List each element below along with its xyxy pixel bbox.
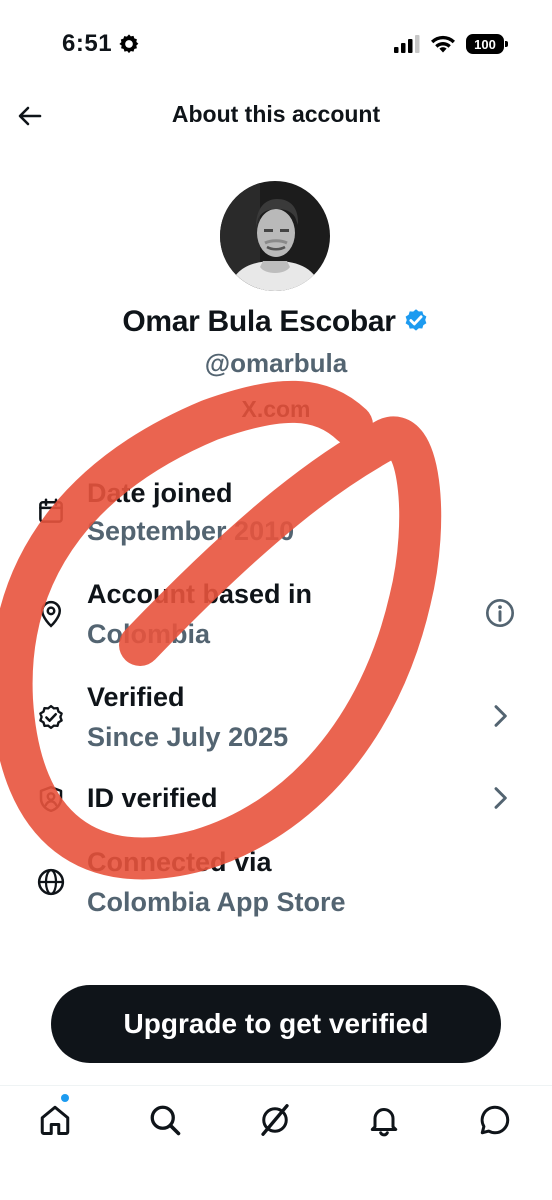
tab-bar: [0, 1086, 552, 1156]
info-label: Account based in: [87, 579, 313, 609]
home-notification-dot: [61, 1094, 69, 1102]
profile-handle: @omarbula: [204, 348, 348, 378]
messages-icon[interactable]: [477, 1102, 513, 1138]
notifications-icon[interactable]: [366, 1102, 402, 1138]
info-row-date-joined: Date joined September 2010: [0, 472, 552, 562]
home-icon[interactable]: [37, 1102, 73, 1138]
upgrade-to-get-verified-button[interactable]: Upgrade to get verified: [51, 985, 501, 1063]
info-row-verified[interactable]: Verified Since July 2025: [0, 678, 552, 768]
info-value: Colombia App Store: [87, 887, 346, 917]
calendar-icon: [39, 498, 63, 523]
info-label: Connected via: [87, 847, 272, 877]
profile-site: X.com: [241, 396, 311, 422]
info-label: Verified: [87, 682, 185, 712]
verified-badge-icon: [405, 309, 427, 331]
gear-icon: [119, 34, 139, 54]
info-value: Colombia: [87, 619, 211, 649]
cellular-signal-icon: [394, 35, 420, 53]
id-shield-icon: [39, 785, 63, 813]
chevron-right-icon[interactable]: [484, 782, 516, 814]
chevron-right-icon[interactable]: [484, 700, 516, 732]
battery-level: 100: [474, 36, 496, 52]
status-time: 6:51: [62, 30, 113, 57]
grok-icon[interactable]: [257, 1102, 293, 1138]
info-label: Date joined: [87, 478, 233, 508]
info-label: ID verified: [87, 783, 218, 813]
verified-badge-outline-icon: [39, 704, 63, 730]
location-pin-icon: [40, 600, 62, 628]
battery-icon: 100: [466, 34, 508, 54]
profile-name: Omar Bula Escobar: [0, 305, 552, 339]
globe-icon: [37, 868, 65, 896]
profile-name-text: Omar Bula Escobar: [122, 305, 396, 338]
wifi-icon: [431, 35, 455, 53]
info-row-connected-via: Connected via Colombia App Store: [0, 843, 552, 933]
info-value: Since July 2025: [87, 722, 289, 752]
avatar: [220, 181, 330, 291]
status-bar: 6:51 100: [0, 0, 552, 90]
info-value: September 2010: [87, 516, 295, 546]
info-row-account-based-in: Account based in Colombia: [0, 575, 552, 665]
info-icon[interactable]: [484, 597, 516, 629]
search-icon[interactable]: [147, 1102, 183, 1138]
header: About this account: [0, 88, 552, 144]
page-title: About this account: [171, 101, 381, 127]
